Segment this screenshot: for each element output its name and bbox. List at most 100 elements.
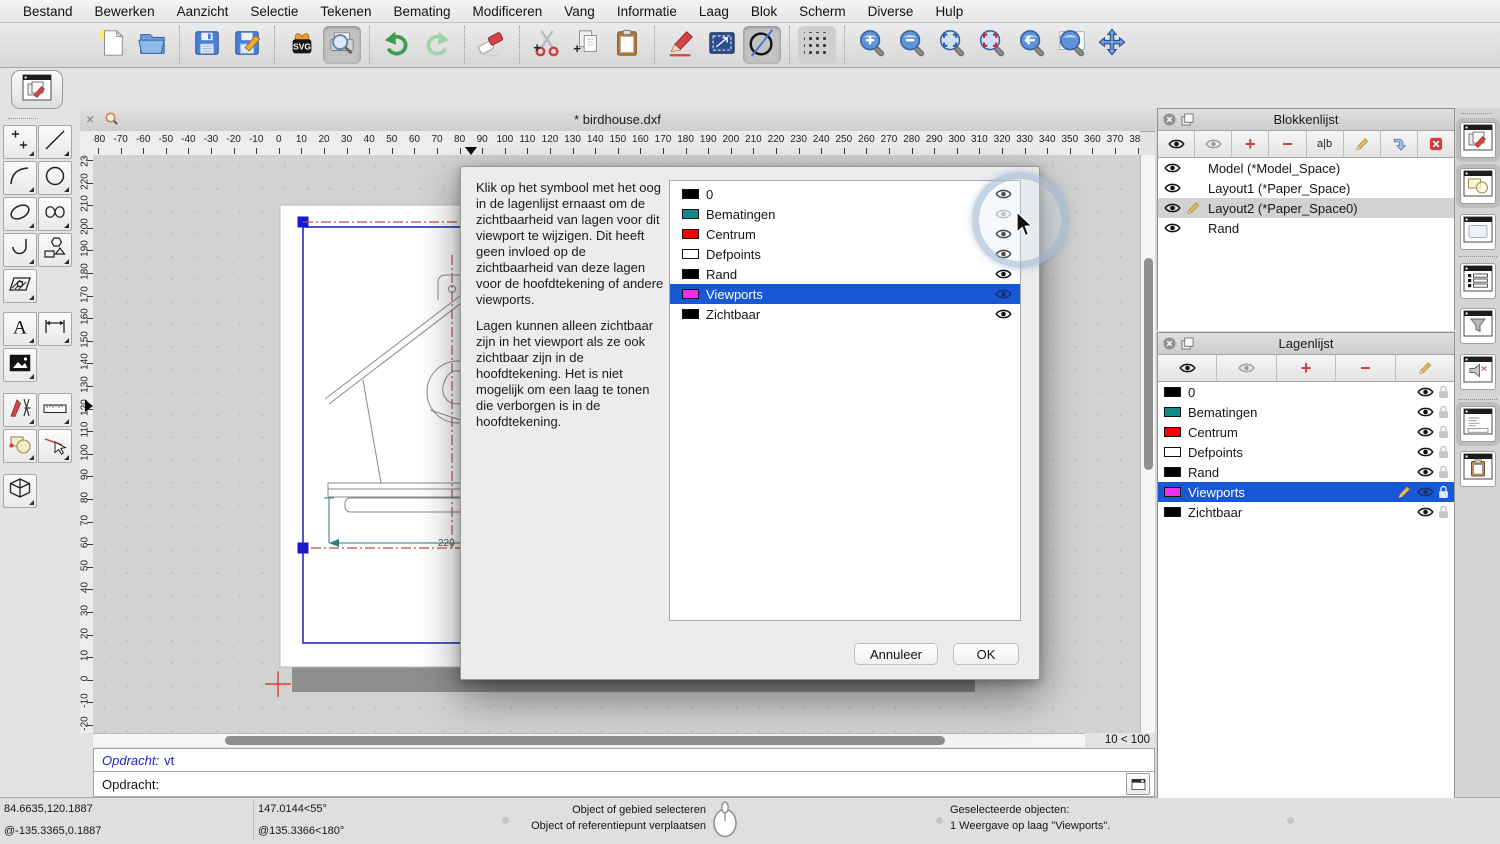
visibility-eye-icon[interactable] [1417,406,1434,418]
menu-bestand[interactable]: Bestand [12,0,84,23]
remove-button[interactable]: − [1336,355,1395,381]
trim-tool-button[interactable] [38,429,72,463]
menu-aanzicht[interactable]: Aanzicht [166,0,240,23]
open-folder-button[interactable] [133,26,171,64]
layer-row-bematingen[interactable]: Bematingen [1158,402,1454,422]
layer-row-viewports[interactable]: Viewports [1158,482,1454,502]
new-document-button[interactable] [93,26,131,64]
paste-button[interactable] [608,26,646,64]
shapes-palette-button[interactable] [1460,168,1496,204]
selection-handle[interactable] [298,543,309,554]
command-window-button[interactable] [1126,773,1150,795]
menu-bemating[interactable]: Bemating [382,0,461,23]
viewport-mode-button[interactable] [11,70,63,109]
text-tool-button[interactable]: A [3,312,37,346]
zoom-window-button[interactable] [1053,26,1091,64]
menu-hulp[interactable]: Hulp [924,0,974,23]
visibility-eye-icon[interactable] [1164,162,1186,174]
visibility-eye-icon[interactable] [1417,446,1434,458]
command-input[interactable] [164,773,1126,795]
edit-button[interactable] [1396,355,1454,381]
visibility-eye-icon[interactable] [1417,486,1434,498]
visibility-eye-icon[interactable] [1417,386,1434,398]
panel-detach-icon[interactable] [1181,113,1194,126]
menu-selectie[interactable]: Selectie [239,0,309,23]
undo-button[interactable] [378,26,416,64]
circle-tool-button[interactable] [38,161,72,195]
draw-pencil-button[interactable] [663,26,701,64]
hide-all-eye-button[interactable] [1217,355,1276,381]
hatch-tool-button[interactable] [3,269,37,303]
cancel-button[interactable]: Annuleer [854,643,938,665]
horizontal-scrollbar[interactable] [93,733,1085,747]
copy-button[interactable] [568,26,606,64]
lock-icon[interactable] [1438,465,1449,479]
import-button[interactable] [1381,131,1418,157]
menu-laag[interactable]: Laag [688,0,740,23]
lock-icon[interactable] [1438,425,1449,439]
print-preview-button[interactable] [323,26,361,64]
add-button[interactable]: + [1232,131,1269,157]
layer-row-0[interactable]: 0 [1158,382,1454,402]
delete-button[interactable] [1418,131,1454,157]
lock-icon[interactable] [1438,485,1449,499]
zoom-fit-button[interactable] [933,26,971,64]
block-row-model-model-space[interactable]: Model (*Model_Space) [1158,158,1454,178]
lock-icon[interactable] [1438,405,1449,419]
lock-icon[interactable] [1438,385,1449,399]
polyline-tool-button[interactable] [3,233,37,267]
vertical-scrollbar[interactable] [1140,155,1155,733]
menu-informatie[interactable]: Informatie [606,0,688,23]
menu-scherm[interactable]: Scherm [788,0,857,23]
dialog-layer-list[interactable]: 0BematingenCentrumDefpointsRandViewports… [669,180,1021,621]
visibility-eye-icon[interactable] [995,268,1012,280]
visibility-eye-icon[interactable] [995,308,1012,320]
arc-tool-button[interactable] [3,161,37,195]
dialog-layer-row-defpoints[interactable]: Defpoints [670,244,1020,264]
dialog-layer-row-centrum[interactable]: Centrum [670,224,1020,244]
layer-row-centrum[interactable]: Centrum [1158,422,1454,442]
ellipse-tool-button[interactable] [3,197,37,231]
panel-close-icon[interactable] [1163,337,1176,350]
ok-button[interactable]: OK [953,643,1019,665]
zoom-selection-button[interactable] [973,26,1011,64]
zoom-out-button[interactable] [893,26,931,64]
hide-all-eye-button[interactable] [1195,131,1232,157]
panel-detach-icon[interactable] [1181,337,1194,350]
export-svg-button[interactable]: SVG [283,26,321,64]
grid-button[interactable] [798,26,836,64]
horizontal-scrollbar-thumb[interactable] [225,736,945,745]
edit-button[interactable] [1344,131,1381,157]
visibility-eye-icon[interactable] [995,288,1012,300]
visibility-eye-icon[interactable] [1164,182,1186,194]
shape-combine-tool-button[interactable] [3,429,37,463]
visibility-eye-icon[interactable] [1417,506,1434,518]
visibility-eye-icon[interactable] [1417,426,1434,438]
remove-button[interactable]: − [1269,131,1306,157]
visibility-eye-icon[interactable] [1417,466,1434,478]
block-row-rand[interactable]: Rand [1158,218,1454,238]
menu-diverse[interactable]: Diverse [857,0,925,23]
construction-tools-tool-button[interactable] [3,393,37,427]
box-3d-tool-button[interactable] [3,474,37,508]
dimension-tool-button[interactable] [38,312,72,346]
circle-slash-button[interactable] [743,26,781,64]
polygon-shapes-tool-button[interactable] [38,233,72,267]
layer-row-rand[interactable]: Rand [1158,462,1454,482]
pan-button[interactable] [1093,26,1131,64]
command-palette-button[interactable] [1460,406,1496,442]
tools-palette-button[interactable] [1460,122,1496,158]
save-button[interactable] [188,26,226,64]
panel-close-icon[interactable] [1163,113,1176,126]
rename-button[interactable]: a|b [1307,131,1344,157]
block-row-layout1-paper-space[interactable]: Layout1 (*Paper_Space) [1158,178,1454,198]
cut-button[interactable] [528,26,566,64]
layer-row-zichtbaar[interactable]: Zichtbaar [1158,502,1454,522]
measure-area-button[interactable] [703,26,741,64]
visibility-eye-icon[interactable] [1164,222,1186,234]
save-as-button[interactable] [228,26,266,64]
viewport-palette-button[interactable] [1460,214,1496,250]
points-tool-button[interactable] [3,125,37,159]
menu-vang[interactable]: Vang [553,0,606,23]
dialog-layer-row-bematingen[interactable]: Bematingen [670,204,1020,224]
